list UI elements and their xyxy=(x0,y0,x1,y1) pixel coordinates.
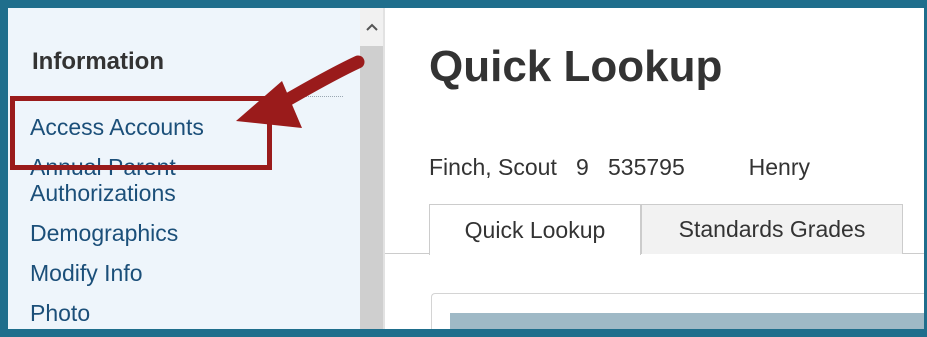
screenshot-frame: Information Access Accounts Annual Paren… xyxy=(0,0,927,337)
student-name: Finch, Scout xyxy=(429,154,557,180)
sidebar-heading: Information xyxy=(32,48,164,75)
tab-quick-lookup[interactable]: Quick Lookup xyxy=(429,204,641,255)
panel-header-bar xyxy=(450,313,924,329)
scroll-up-button[interactable] xyxy=(360,8,383,46)
sidebar-item-demographics[interactable]: Demographics xyxy=(30,220,178,246)
chevron-up-icon xyxy=(365,23,378,31)
tab-standards-grades[interactable]: Standards Grades xyxy=(641,204,903,254)
student-id: 535795 xyxy=(607,154,685,180)
sidebar-item-photo[interactable]: Photo xyxy=(30,300,90,326)
sidebar-item-modify-info[interactable]: Modify Info xyxy=(30,260,143,286)
sidebar-item-annual-parent-authorizations-line2[interactable]: Authorizations xyxy=(30,180,176,206)
main-content: Quick Lookup Finch, Scout 9 535795 Henry… xyxy=(383,8,924,329)
student-teacher: Henry xyxy=(748,154,810,180)
page-title: Quick Lookup xyxy=(429,42,723,91)
sidebar-divider xyxy=(303,96,343,97)
sidebar-scrollbar[interactable] xyxy=(360,8,383,329)
content-panel xyxy=(431,293,924,329)
student-info: Finch, Scout 9 535795 Henry xyxy=(429,154,810,181)
student-grade: 9 xyxy=(576,154,589,180)
highlight-box xyxy=(10,96,272,170)
